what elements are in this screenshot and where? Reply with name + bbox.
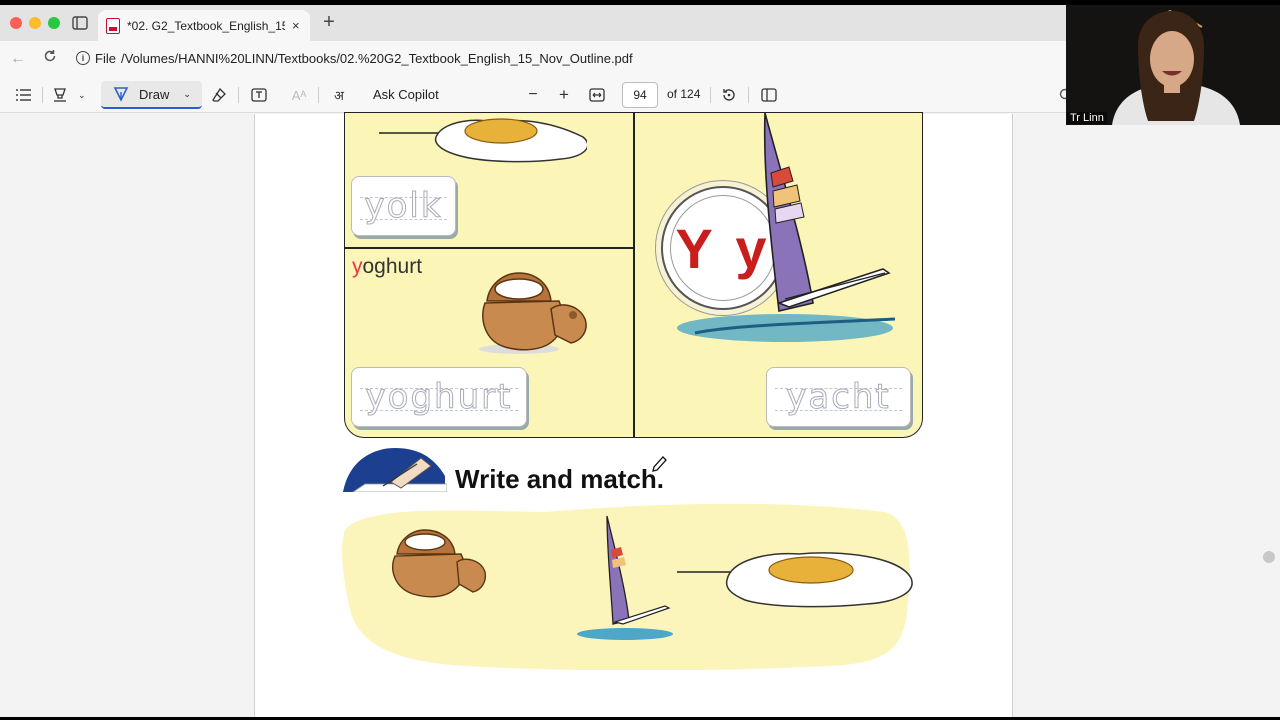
page-number-input[interactable]: 94 — [622, 82, 658, 108]
highlight-tool-icon[interactable]: ⌄ — [52, 85, 92, 105]
address-scheme-label: File — [95, 51, 116, 66]
total-pages-label: of 124 — [667, 87, 701, 101]
trace-word-yolk: yolk — [364, 186, 443, 227]
chevron-down-icon[interactable]: ⌄ — [183, 89, 191, 100]
match-activity-area — [342, 503, 913, 670]
maximize-window-button[interactable] — [48, 17, 60, 29]
presenter-video-feed — [1066, 5, 1280, 125]
ask-copilot-button[interactable]: Ask Copilot — [373, 87, 439, 102]
scrollbar-thumb[interactable] — [1263, 551, 1275, 563]
pdf-viewer[interactable]: yolk yoghurt yoghurt Y y yacht Write and… — [0, 112, 1280, 717]
back-arrow-icon[interactable]: ← — [8, 49, 28, 69]
toolbar-divider — [238, 87, 239, 103]
pdf-file-icon — [106, 17, 120, 34]
address-url-field[interactable]: /Volumes/HANNI%20LINN/Textbooks/02.%20G2… — [121, 51, 633, 66]
trace-word-yoghurt: yoghurt — [365, 377, 513, 418]
activity-title: Write and match. — [455, 464, 665, 494]
sailboat-icon — [677, 113, 896, 342]
chevron-down-icon[interactable]: ⌄ — [78, 90, 86, 101]
contents-list-icon[interactable] — [14, 85, 34, 105]
webcam-video: Tr Linn — [1066, 5, 1280, 125]
toolbar-divider — [318, 87, 319, 103]
tab-actions-icon[interactable] — [70, 13, 90, 33]
toolbar-divider — [710, 87, 711, 103]
fit-page-icon[interactable] — [588, 85, 606, 105]
tab-close-icon[interactable]: × — [292, 18, 300, 33]
writing-hand-icon — [343, 448, 447, 492]
yoghurt-pot-icon — [479, 272, 587, 354]
tab-title: *02. G2_Textbook_English_15_N — [127, 18, 285, 33]
word-first-letter: y — [352, 255, 363, 278]
rotate-icon[interactable] — [720, 85, 738, 105]
text-box-icon[interactable] — [250, 85, 268, 105]
draw-label: Draw — [139, 86, 170, 102]
panel-divider — [345, 247, 633, 249]
fried-egg-small-icon — [725, 552, 913, 608]
word-rest: oghurt — [362, 255, 423, 278]
vocabulary-panel: yolk yoghurt yoghurt Y y yacht — [344, 112, 923, 438]
minimize-window-button[interactable] — [29, 17, 41, 29]
toolbar-divider — [42, 87, 43, 103]
draw-tool-button[interactable]: Draw ⌄ — [101, 81, 202, 109]
trace-word-box-yacht[interactable]: yacht — [766, 367, 911, 427]
eraser-icon[interactable] — [210, 85, 228, 105]
panel-divider — [633, 113, 635, 437]
trace-word-box-yolk[interactable]: yolk — [351, 176, 456, 236]
zoom-out-icon[interactable]: − — [524, 85, 542, 105]
fried-egg-icon — [379, 118, 587, 163]
translate-icon[interactable]: अ — [330, 85, 348, 105]
participant-name-label: Tr Linn — [1067, 112, 1107, 124]
pen-cursor-icon — [652, 456, 667, 472]
site-info-icon[interactable]: i — [76, 51, 90, 65]
draw-pen-icon — [113, 87, 129, 102]
close-window-button[interactable] — [10, 17, 22, 29]
trace-word-box-yoghurt[interactable]: yoghurt — [351, 367, 527, 427]
reload-icon[interactable] — [40, 49, 60, 69]
tab-pdf-document[interactable]: *02. G2_Textbook_English_15_N × — [98, 10, 310, 41]
read-aloud-icon[interactable]: Aᴬ — [290, 85, 308, 105]
toolbar-divider — [748, 87, 749, 103]
new-tab-button[interactable]: + — [318, 11, 340, 33]
page-view-icon[interactable] — [760, 85, 778, 105]
trace-word-yacht: yacht — [786, 377, 891, 418]
pdf-page: yolk yoghurt yoghurt Y y yacht Write and… — [254, 112, 1013, 717]
word-label-yoghurt: yoghurt — [352, 255, 422, 279]
zoom-in-icon[interactable]: + — [555, 85, 573, 105]
